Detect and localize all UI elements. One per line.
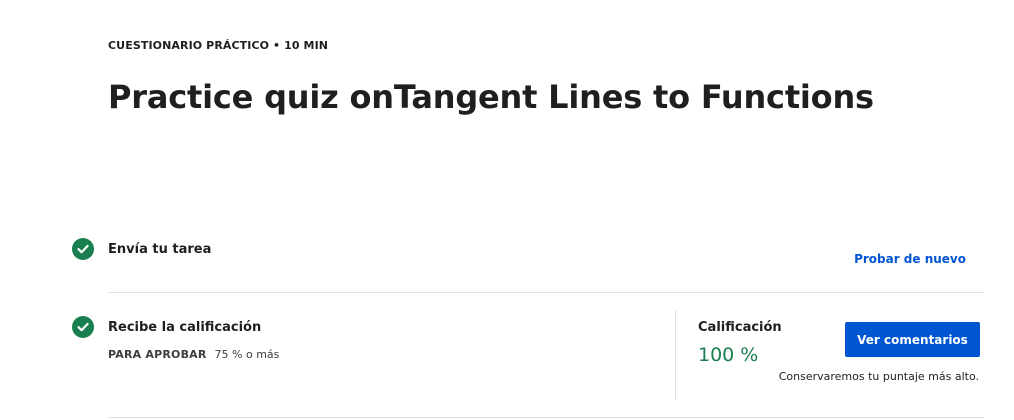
step-grade-label: Recibe la calificación (108, 320, 262, 335)
pass-label: PARA APROBAR (108, 348, 207, 361)
quiz-meta: CUESTIONARIO PRÁCTICO • 10 MIN (108, 39, 329, 52)
view-feedback-button[interactable]: Ver comentarios (845, 322, 980, 357)
check-circle-icon (72, 316, 94, 338)
grade-value: 100 % (698, 344, 759, 366)
passing-requirement: PARA APROBAR 75 % o más (108, 348, 279, 361)
pass-value: 75 % o más (214, 348, 280, 361)
grade-label: Calificación (698, 320, 782, 335)
divider (108, 292, 984, 293)
retry-button[interactable]: Probar de nuevo (854, 252, 966, 266)
step-submit-label: Envía tu tarea (108, 242, 212, 257)
page-title: Practice quiz onTangent Lines to Functio… (108, 78, 874, 116)
vertical-divider (675, 310, 676, 400)
check-circle-icon (72, 238, 94, 260)
divider (108, 417, 984, 418)
highest-score-note: Conservaremos tu puntaje más alto. (778, 370, 979, 383)
